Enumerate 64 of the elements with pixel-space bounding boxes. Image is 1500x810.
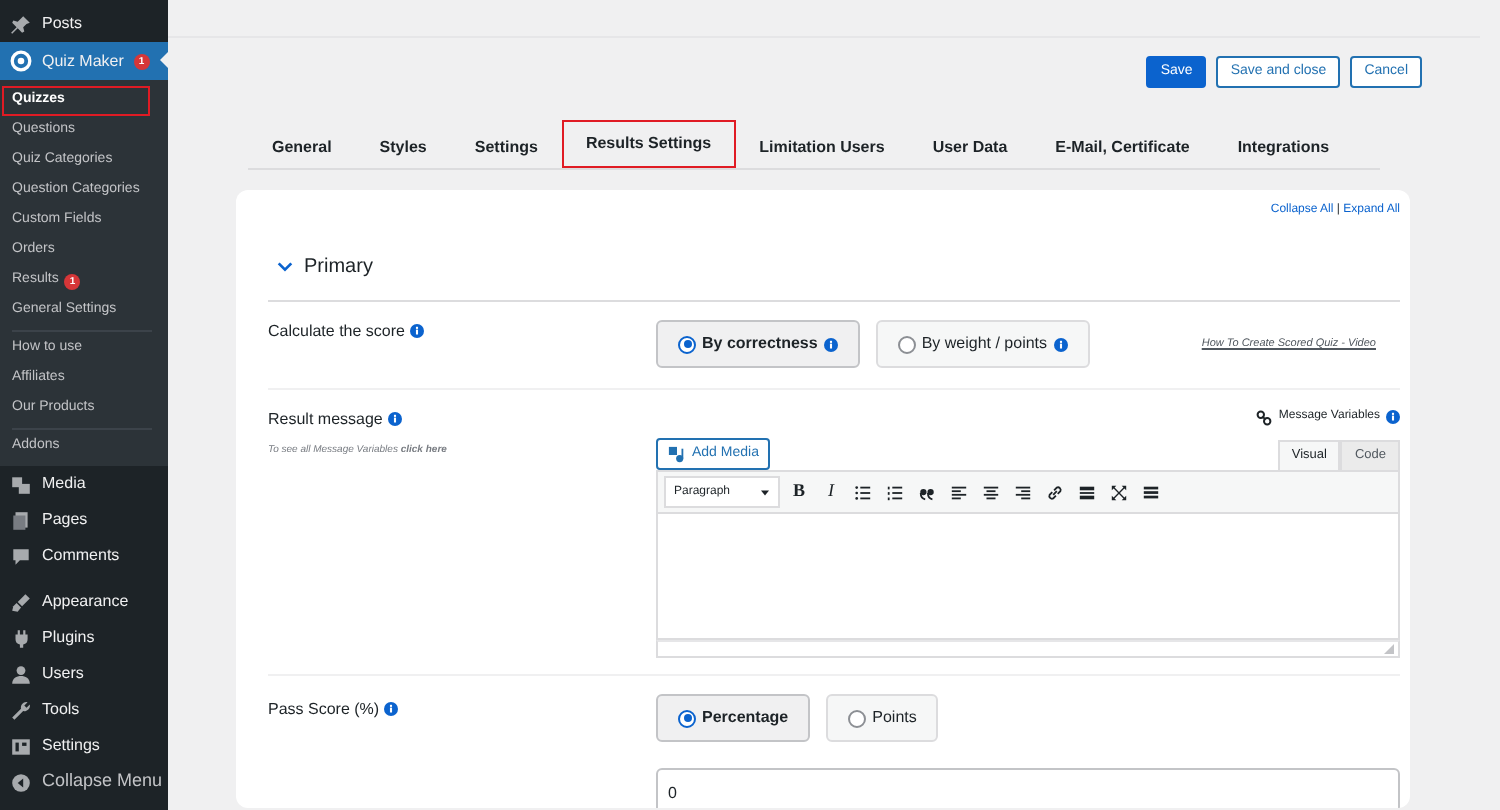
info-icon	[409, 324, 424, 339]
align-center-icon[interactable]	[982, 483, 1000, 501]
menu-item[interactable]: Plugins	[0, 620, 168, 656]
toolbar-toggle-icon[interactable]	[1142, 483, 1160, 501]
media-icon	[668, 445, 686, 463]
tab[interactable]: E-Mail, Certificate	[1031, 126, 1214, 168]
info-icon	[387, 412, 402, 427]
logo-icon	[10, 50, 32, 72]
info-icon	[1386, 410, 1400, 424]
info-icon	[823, 337, 838, 351]
tab[interactable]: User Data	[908, 126, 1032, 168]
radio-option[interactable]: By weight / points	[875, 320, 1090, 368]
tab[interactable]: Integrations	[1213, 126, 1354, 168]
field-label: Pass Score (%)	[268, 700, 380, 718]
fullscreen-icon[interactable]	[1110, 483, 1128, 501]
user-icon	[10, 663, 32, 685]
tab[interactable]: General	[248, 126, 356, 168]
info-icon	[1053, 337, 1068, 351]
menu-item[interactable]: Comments	[0, 538, 168, 574]
collapse-icon	[10, 771, 32, 793]
caret-icon	[760, 487, 770, 497]
radio-icon[interactable]	[897, 335, 916, 353]
resize-handle-icon	[1384, 644, 1394, 654]
menu-item[interactable]: Appearance	[0, 584, 168, 620]
plug-icon	[10, 627, 32, 649]
bullets-icon[interactable]	[854, 483, 872, 501]
radio-option[interactable]: Points	[826, 694, 939, 742]
radio-icon[interactable]	[678, 335, 696, 353]
pin-icon	[10, 13, 32, 35]
brush-icon	[10, 591, 32, 613]
radio-icon[interactable]	[848, 709, 867, 727]
field-label: Calculate the score	[268, 322, 405, 340]
menu-item[interactable]: Media	[0, 466, 168, 502]
collapse-menu-button[interactable]: Collapse Menu	[0, 764, 168, 800]
link-icon[interactable]	[1046, 483, 1064, 501]
score-input[interactable]: 0	[656, 768, 1400, 808]
wrench-icon	[10, 699, 32, 721]
menu-item[interactable]: Pages	[0, 502, 168, 538]
settings-icon	[10, 735, 32, 757]
radio-icon[interactable]	[678, 709, 696, 727]
radio-option[interactable]: By correctness	[656, 320, 860, 368]
menu-item[interactable]: Users	[0, 656, 168, 692]
link-icon	[1256, 409, 1273, 425]
comment-icon	[10, 545, 32, 567]
tab[interactable]: Results Settings	[561, 120, 736, 168]
media-icon	[10, 473, 32, 495]
tab[interactable]: Styles	[355, 126, 451, 168]
align-right-icon[interactable]	[1014, 483, 1032, 501]
quote-icon[interactable]	[918, 483, 936, 501]
radio-option[interactable]: Percentage	[656, 694, 811, 742]
chevron-icon	[276, 258, 294, 276]
align-left-icon[interactable]	[950, 483, 968, 501]
tab[interactable]: Settings	[450, 126, 562, 168]
pages-icon	[10, 509, 32, 531]
menu-item[interactable]: Posts	[0, 6, 168, 42]
section-header[interactable]: Primary	[268, 222, 1400, 302]
menu-item[interactable]: Settings	[0, 728, 168, 764]
toolbar-button[interactable]: B	[786, 479, 812, 505]
info-icon	[383, 702, 398, 717]
field-label: Result message	[268, 410, 383, 428]
toolbar-button[interactable]: I	[818, 479, 844, 505]
menu-item[interactable]: Tools	[0, 692, 168, 728]
numbers-icon[interactable]	[886, 483, 904, 501]
tab[interactable]: Limitation Users	[735, 126, 909, 168]
